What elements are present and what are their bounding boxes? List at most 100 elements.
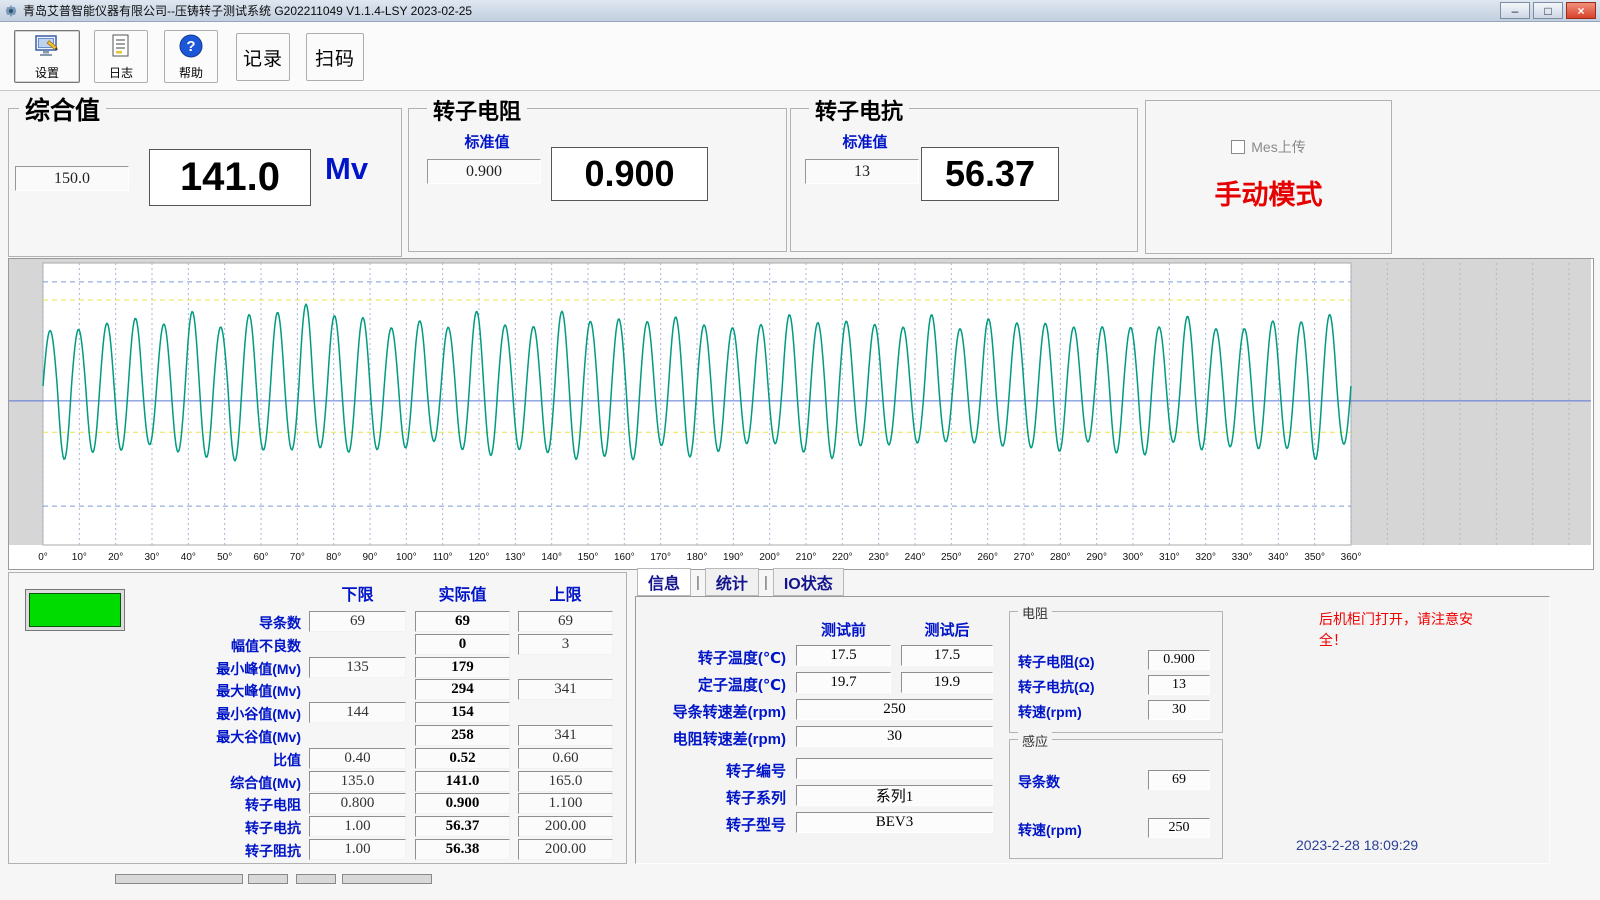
svg-text:330°: 330° bbox=[1232, 552, 1253, 563]
rotor-resistance-ohm-value[interactable]: 0.900 bbox=[1148, 650, 1210, 670]
induction-settings-group: 感应 导条数 69 转速(rpm) 250 bbox=[1009, 739, 1223, 859]
tab-io-status[interactable]: IO状态 bbox=[773, 568, 844, 596]
svg-text:30°: 30° bbox=[144, 552, 159, 563]
reactance-standard-value[interactable]: 13 bbox=[805, 159, 919, 184]
svg-text:150°: 150° bbox=[578, 552, 599, 563]
svg-text:160°: 160° bbox=[614, 552, 635, 563]
log-button[interactable]: 日志 bbox=[94, 30, 148, 83]
result-row-label: 最大谷值(Mv) bbox=[9, 727, 301, 747]
resistance-speed-diff-value[interactable]: 30 bbox=[796, 726, 993, 747]
resistance-speed-label: 转速(rpm) bbox=[1018, 702, 1082, 722]
result-upper-value: 200.00 bbox=[518, 816, 613, 837]
rotor-resistance-ohm-label: 转子电阻(Ω) bbox=[1018, 652, 1095, 672]
result-actual-value: 0.900 bbox=[415, 793, 510, 814]
app-window: 青岛艾普智能仪器有限公司--压铸转子测试系统 G202211049 V1.1.4… bbox=[0, 0, 1600, 900]
minimize-button[interactable]: – bbox=[1500, 2, 1530, 19]
scan-button[interactable]: 扫码 bbox=[306, 33, 364, 81]
partial-button[interactable] bbox=[115, 874, 243, 884]
tab-separator: | bbox=[696, 574, 700, 591]
composite-value-panel: 综合值 150.0 141.0 Mv bbox=[8, 108, 402, 257]
composite-unit: Mv bbox=[325, 151, 368, 187]
result-row-label: 转子电抗 bbox=[9, 818, 301, 838]
bar-speed-diff-value[interactable]: 250 bbox=[796, 699, 993, 720]
svg-text:230°: 230° bbox=[868, 552, 889, 563]
result-row-label: 最小谷值(Mv) bbox=[9, 704, 301, 724]
svg-text:220°: 220° bbox=[832, 552, 853, 563]
svg-text:70°: 70° bbox=[290, 552, 305, 563]
result-actual-value: 141.0 bbox=[415, 771, 510, 792]
rotor-reactance-panel: 转子电抗 标准值 13 56.37 bbox=[790, 108, 1138, 252]
partial-button[interactable] bbox=[296, 874, 336, 884]
svg-text:320°: 320° bbox=[1195, 552, 1216, 563]
resistance-speed-diff-label: 电阻转速差(rpm) bbox=[636, 728, 786, 749]
rotor-reactance-ohm-label: 转子电抗(Ω) bbox=[1018, 677, 1095, 697]
result-row-label: 转子阻抗 bbox=[9, 841, 301, 861]
waveform-chart: 0°10°20°30°40°50°60°70°80°90°100°110°120… bbox=[8, 258, 1594, 570]
result-row-label: 转子电阻 bbox=[9, 795, 301, 815]
rotor-model-value[interactable]: BEV3 bbox=[796, 812, 993, 833]
reactance-value-display: 56.37 bbox=[921, 147, 1059, 201]
result-actual-value: 56.37 bbox=[415, 816, 510, 837]
result-row-label: 综合值(Mv) bbox=[9, 773, 301, 793]
result-lower-value: 1.00 bbox=[309, 839, 406, 860]
settings-label: 设置 bbox=[35, 64, 59, 81]
induction-speed-value[interactable]: 250 bbox=[1148, 818, 1210, 838]
svg-text:300°: 300° bbox=[1123, 552, 1144, 563]
rotor-series-value[interactable]: 系列1 bbox=[796, 785, 993, 806]
result-lower-value: 135.0 bbox=[309, 771, 406, 792]
svg-text:?: ? bbox=[186, 38, 195, 55]
svg-text:90°: 90° bbox=[362, 552, 377, 563]
tab-info[interactable]: 信息 bbox=[637, 568, 691, 596]
partial-button[interactable] bbox=[248, 874, 288, 884]
induction-group-title: 感应 bbox=[1018, 731, 1052, 750]
settings-button[interactable]: 设置 bbox=[14, 30, 80, 83]
result-lower-value: 135 bbox=[309, 657, 406, 678]
result-actual-value: 0 bbox=[415, 634, 510, 655]
composite-standard-value[interactable]: 150.0 bbox=[15, 166, 129, 191]
help-button[interactable]: ? 帮助 bbox=[164, 30, 218, 83]
close-button[interactable]: × bbox=[1566, 2, 1596, 19]
record-button[interactable]: 记录 bbox=[236, 33, 290, 81]
resistance-standard-value[interactable]: 0.900 bbox=[427, 159, 541, 184]
maximize-button[interactable]: □ bbox=[1533, 2, 1563, 19]
bar-count-value[interactable]: 69 bbox=[1148, 770, 1210, 790]
result-actual-value: 0.52 bbox=[415, 748, 510, 769]
rotor-temp-before[interactable]: 17.5 bbox=[796, 645, 891, 666]
result-row-label: 最大峰值(Mv) bbox=[9, 681, 301, 701]
tab-separator: | bbox=[764, 574, 768, 591]
tab-statistics[interactable]: 统计 bbox=[705, 568, 759, 596]
table-row: 幅值不良数 0 3 bbox=[9, 634, 626, 656]
svg-text:210°: 210° bbox=[796, 552, 817, 563]
composite-value-display: 141.0 bbox=[149, 149, 311, 206]
rotor-temp-after[interactable]: 17.5 bbox=[901, 645, 993, 666]
stator-temp-label: 定子温度(℃) bbox=[636, 674, 786, 695]
rotor-reactance-ohm-value[interactable]: 13 bbox=[1148, 675, 1210, 695]
rotor-number-input[interactable] bbox=[796, 758, 993, 779]
rotor-temp-label: 转子温度(℃) bbox=[636, 647, 786, 668]
table-row: 最小峰值(Mv) 135 179 bbox=[9, 657, 626, 679]
log-label: 日志 bbox=[109, 64, 133, 81]
composite-panel-title: 综合值 bbox=[19, 91, 106, 127]
svg-text:260°: 260° bbox=[977, 552, 998, 563]
resistance-speed-value[interactable]: 30 bbox=[1148, 700, 1210, 720]
partial-button[interactable] bbox=[342, 874, 432, 884]
info-panel: 测试前 测试后 转子温度(℃) 17.5 17.5 定子温度(℃) 19.7 1… bbox=[635, 596, 1550, 864]
safety-warning-text: 后机柜门打开，请注意安全！ bbox=[1319, 609, 1477, 651]
result-row-label: 导条数 bbox=[9, 613, 301, 633]
titlebar: 青岛艾普智能仪器有限公司--压铸转子测试系统 G202211049 V1.1.4… bbox=[0, 0, 1600, 22]
svg-text:250°: 250° bbox=[941, 552, 962, 563]
resistance-settings-group: 电阻 转子电阻(Ω) 0.900 转子电抗(Ω) 13 转速(rpm) 30 bbox=[1009, 611, 1223, 733]
result-upper-value: 341 bbox=[518, 725, 613, 746]
stator-temp-before[interactable]: 19.7 bbox=[796, 672, 891, 693]
resistance-group-title: 电阻 bbox=[1018, 603, 1052, 622]
svg-text:340°: 340° bbox=[1268, 552, 1289, 563]
svg-text:20°: 20° bbox=[108, 552, 123, 563]
resistance-panel-title: 转子电阻 bbox=[427, 94, 527, 126]
svg-text:60°: 60° bbox=[253, 552, 268, 563]
stator-temp-after[interactable]: 19.9 bbox=[901, 672, 993, 693]
info-tabs: 信息 | 统计 | IO状态 bbox=[637, 570, 844, 594]
rotor-model-label: 转子型号 bbox=[636, 814, 786, 835]
mes-upload-checkbox[interactable] bbox=[1231, 140, 1245, 154]
svg-text:240°: 240° bbox=[905, 552, 926, 563]
svg-text:350°: 350° bbox=[1304, 552, 1325, 563]
